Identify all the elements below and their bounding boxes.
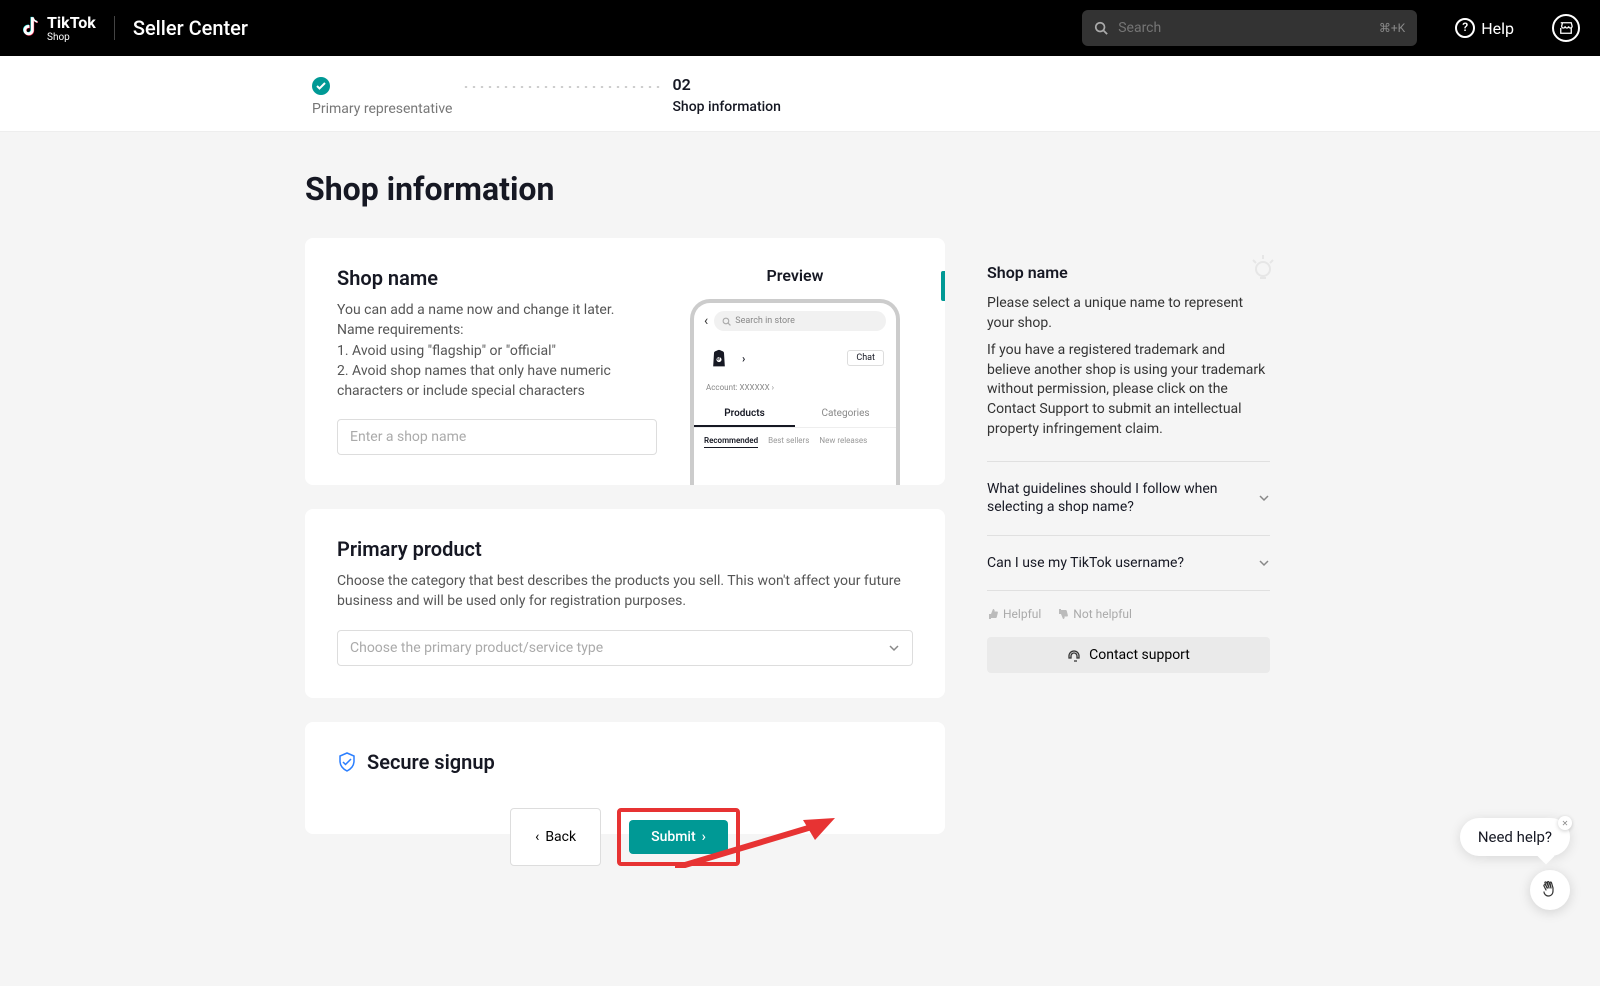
chevron-right-icon: › (702, 829, 706, 845)
chevron-down-icon (1258, 492, 1270, 504)
lightbulb-icon (1248, 252, 1278, 282)
page-title: Shop information (305, 170, 1295, 208)
seller-center-label: Seller Center (133, 16, 248, 40)
search-icon (1094, 21, 1108, 35)
step1-check-icon (312, 77, 330, 95)
phone-preview: ‹ Search in store › Chat (690, 299, 900, 485)
chevron-down-icon (1258, 557, 1270, 569)
faq-item-guidelines[interactable]: What guidelines should I follow when sel… (987, 462, 1270, 535)
phone-subtab-new: New releases (819, 436, 867, 448)
shop-name-card: Shop name You can add a name now and cha… (305, 238, 945, 485)
submit-button[interactable]: Submit › (629, 820, 728, 854)
storefront-icon (1559, 21, 1573, 35)
header-divider (114, 16, 115, 40)
sidebar-p1: Please select a unique name to represent… (987, 294, 1270, 333)
chevron-left-icon: ‹ (535, 829, 539, 845)
phone-account: Account: XXXXXX › (694, 377, 896, 402)
sidebar-title: Shop name (987, 263, 1270, 282)
search-shortcut: ⌘+K (1379, 21, 1405, 35)
phone-back-icon: ‹ (704, 313, 708, 329)
not-helpful-button[interactable]: Not helpful (1057, 607, 1132, 621)
close-icon[interactable]: ✕ (1558, 816, 1572, 830)
phone-tab-categories: Categories (795, 402, 896, 427)
search-input[interactable] (1118, 20, 1379, 36)
help-link[interactable]: Help (1455, 18, 1514, 38)
primary-product-card: Primary product Choose the category that… (305, 509, 945, 698)
phone-avatar (706, 345, 732, 371)
help-label: Help (1481, 19, 1514, 38)
need-help-bubble[interactable]: Need help? ✕ (1460, 818, 1570, 856)
shop-name-input[interactable] (337, 419, 657, 455)
thumb-down-icon (1057, 608, 1069, 620)
step-connector (462, 86, 662, 88)
shield-icon (337, 752, 357, 772)
home-button[interactable] (1552, 14, 1580, 42)
help-sidebar: Shop name Please select a unique name to… (961, 238, 1296, 698)
primary-product-desc: Choose the category that best describes … (337, 571, 913, 612)
phone-subtab-best: Best sellers (768, 436, 809, 448)
sidebar-p2: If you have a registered trademark and b… (987, 341, 1270, 439)
form-actions: ‹ Back Submit › (305, 808, 945, 866)
step2-number: 02 (672, 75, 690, 94)
progress-steps: Primary representative 02 Shop informati… (0, 56, 1600, 132)
phone-search-bar: Search in store (714, 311, 886, 331)
step1-label: Primary representative (312, 101, 452, 117)
preview-accent (941, 271, 945, 301)
helpful-button[interactable]: Helpful (987, 607, 1041, 621)
help-icon (1455, 18, 1475, 38)
primary-product-title: Primary product (337, 537, 913, 561)
app-header: TikTok Shop Seller Center ⌘+K Help (0, 0, 1600, 56)
shop-name-title: Shop name (337, 266, 657, 290)
help-fab[interactable] (1530, 870, 1570, 910)
phone-chevron-icon: › (742, 352, 745, 365)
preview-title: Preview (767, 266, 824, 285)
step2-label: Shop information (672, 99, 780, 115)
chevron-down-icon (888, 642, 900, 654)
contact-support-button[interactable]: Contact support (987, 637, 1270, 673)
primary-product-select[interactable]: Choose the primary product/service type (337, 630, 913, 666)
headset-icon (1067, 648, 1081, 662)
thumb-up-icon (987, 608, 999, 620)
faq-item-username[interactable]: Can I use my TikTok username? (987, 536, 1270, 591)
phone-subtab-recommended: Recommended (704, 436, 758, 448)
wave-hand-icon (1541, 881, 1559, 899)
select-placeholder: Choose the primary product/service type (350, 640, 603, 656)
back-button[interactable]: ‹ Back (510, 808, 601, 866)
secure-title: Secure signup (367, 750, 495, 774)
phone-chat-btn: Chat (847, 350, 884, 366)
submit-highlight: Submit › (617, 808, 740, 866)
logo-subtext: Shop (47, 32, 96, 43)
shop-name-desc: You can add a name now and change it lat… (337, 300, 657, 401)
tiktok-icon (20, 16, 42, 40)
tiktok-shop-logo[interactable]: TikTok Shop (20, 13, 96, 43)
phone-tab-products: Products (694, 402, 795, 427)
logo-text: TikTok (47, 13, 96, 32)
global-search[interactable]: ⌘+K (1082, 10, 1417, 46)
